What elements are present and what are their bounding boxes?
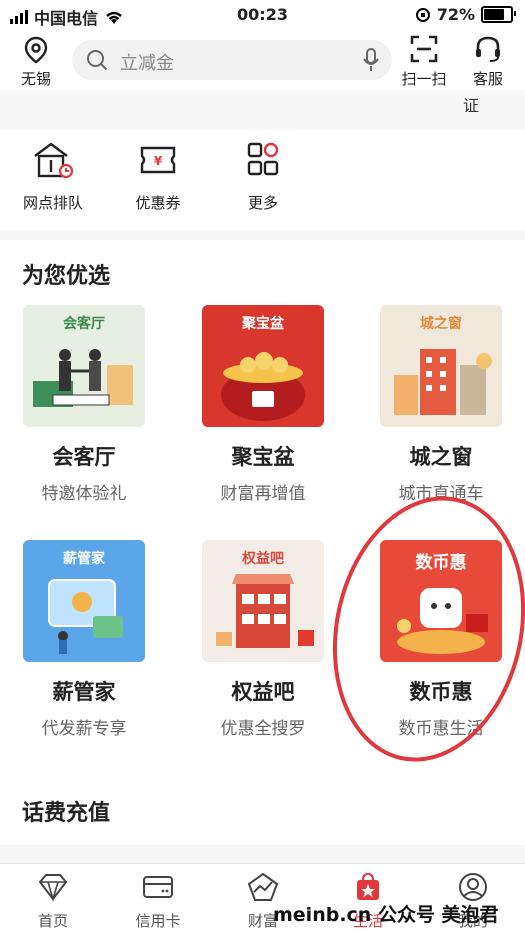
city-buildings-icon [394,349,492,415]
battery-percent: 72% [436,5,475,24]
chengzhichuang-thumbnail: 城之窗 [380,305,502,427]
card-huiketing[interactable]: 会客厅 会客厅 特邀体验礼 [4,305,164,504]
shubihui-thumbnail: 数币惠 [380,540,502,662]
coupon-icon: ¥ [140,146,176,174]
profile-icon [459,873,487,901]
quick-item-more[interactable]: 更多 [218,140,308,213]
treasure-bowl-icon [221,352,305,421]
quick-item-coupon[interactable]: ¥ 优惠券 [113,140,203,213]
location-pin-icon [24,36,48,64]
customer-service-button[interactable]: 客服 [462,34,514,89]
card-quanyiba[interactable]: 权益吧 权益吧 优惠全搜罗 [183,540,343,739]
recommend-section: 为您优选 会客厅 会客厅 特邀体验礼 聚宝盆 聚宝盆 财富再增值 城之窗 城之窗… [0,240,525,845]
location-label: 无锡 [20,70,51,88]
bank-queue-icon [34,142,74,179]
tab-credit-card[interactable]: 信用卡 [113,872,203,931]
huiketing-thumbnail: 会客厅 [23,305,145,427]
card-xinguanjia[interactable]: 薪管家 薪管家 代发薪专享 [4,540,164,739]
tab-home[interactable]: 首页 [8,872,98,931]
quick-item-queue[interactable]: 网点排队 [8,140,98,213]
salary-card-icon [48,579,123,654]
scan-label: 扫一扫 [401,70,447,88]
credit-card-icon [143,876,173,898]
xinguanjia-thumbnail: 薪管家 [23,540,145,662]
card-chengzhichuang[interactable]: 城之窗 城之窗 城市直通车 [361,305,521,504]
gift-shop-icon [216,574,314,648]
card-jubaopen[interactable]: 聚宝盆 聚宝盆 财富再增值 [183,305,343,504]
search-placeholder: 立减金 [120,53,174,74]
scan-icon [410,35,438,63]
battery-icon [481,6,516,23]
grid-more-icon [247,142,279,176]
wealth-chart-icon [247,872,279,901]
service-label: 客服 [472,70,503,88]
card-shubihui[interactable]: 数币惠 数币惠 数币惠生活 [361,540,521,739]
headset-icon [476,36,500,62]
status-bar: 中国电信 00:23 72% [0,0,525,30]
svg-text:¥: ¥ [154,154,163,168]
life-bag-icon [357,872,379,900]
jubaopen-thumbnail: 聚宝盆 [202,305,324,427]
search-input[interactable]: 立减金 [72,40,392,80]
phone-recharge-title: 话费充值 [22,801,111,826]
handshake-illustration-icon [33,349,133,407]
scan-button[interactable]: 扫一扫 [398,34,450,89]
top-bar: 无锡 立减金 扫一扫 客服 [0,30,525,90]
home-diamond-icon [38,874,68,902]
search-icon [87,50,108,71]
watermark-text: meinb.cn 公众号 美泡君 [273,904,499,926]
partial-row-label: 证 [463,96,480,115]
orientation-lock-icon [415,7,430,22]
microphone-icon[interactable] [362,47,380,73]
quick-access-row: 网点排队 ¥ 优惠券 更多 [0,130,525,230]
recommend-title: 为您优选 [22,264,111,289]
digital-currency-mascot-icon [397,588,488,654]
location-selector[interactable]: 无锡 [12,36,60,89]
quanyiba-thumbnail: 权益吧 [202,540,324,662]
